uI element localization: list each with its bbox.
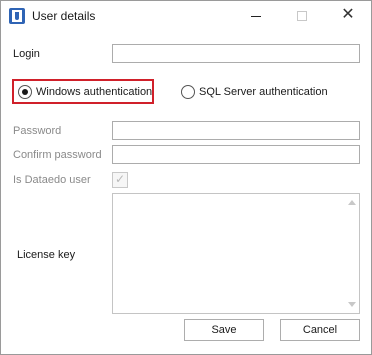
save-button[interactable]: Save (184, 319, 264, 341)
confirm-password-label: Confirm password (13, 149, 102, 161)
scroll-up-icon[interactable] (348, 200, 356, 205)
is-dataedo-user-checkbox[interactable]: ✓ (112, 172, 128, 188)
maximize-icon (297, 11, 307, 21)
app-icon (9, 8, 25, 24)
license-key-label: License key (17, 249, 76, 261)
password-label: Password (13, 125, 62, 137)
license-key-textarea[interactable] (112, 193, 360, 314)
maximize-button (279, 1, 325, 31)
check-icon: ✓ (115, 172, 126, 186)
close-button[interactable]: ✕ (325, 1, 371, 31)
windows-auth-radio[interactable]: Windows authentication (18, 85, 152, 99)
radio-unselected-icon (181, 85, 195, 99)
minimize-icon (251, 16, 261, 17)
cancel-button[interactable]: Cancel (280, 319, 360, 341)
sql-server-auth-radio[interactable]: SQL Server authentication (181, 85, 328, 99)
close-icon: ✕ (341, 6, 355, 23)
radio-selected-icon (18, 85, 32, 99)
window-title: User details (32, 9, 96, 23)
is-dataedo-user-label: Is Dataedo user (13, 174, 91, 186)
minimize-button[interactable] (233, 1, 279, 31)
login-label: Login (13, 48, 40, 60)
login-input[interactable] (112, 44, 360, 63)
title-bar: User details ✕ (1, 1, 371, 31)
password-input[interactable] (112, 121, 360, 140)
windows-auth-label: Windows authentication (36, 86, 153, 98)
scroll-down-icon[interactable] (348, 302, 356, 307)
confirm-password-input[interactable] (112, 145, 360, 164)
license-key-scrollbar[interactable] (345, 195, 358, 312)
user-details-dialog: User details ✕ Login Windows authenticat… (0, 0, 372, 355)
sql-server-auth-label: SQL Server authentication (199, 86, 328, 98)
